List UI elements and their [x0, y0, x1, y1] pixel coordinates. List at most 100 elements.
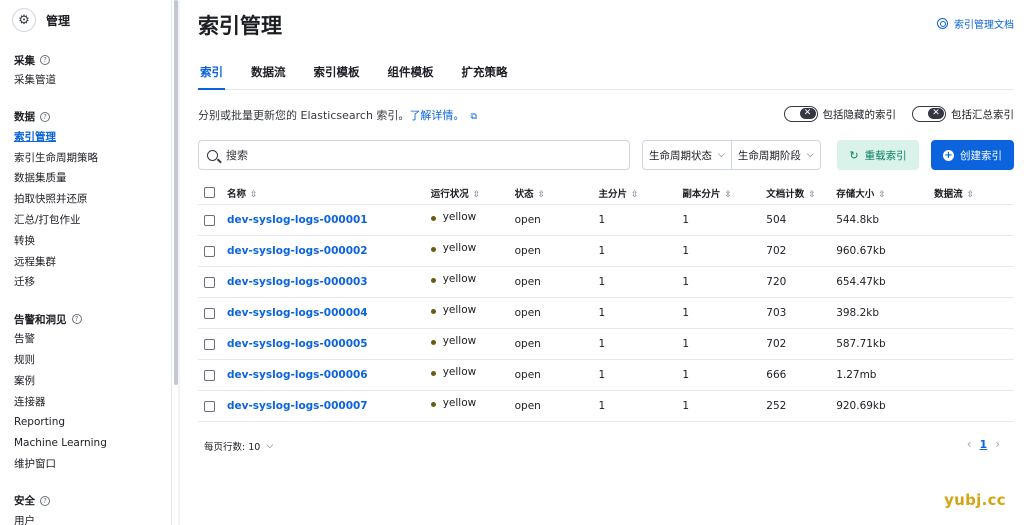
hidden-indices-toggle[interactable]: ✕ 包括隐藏的索引 [783, 106, 897, 122]
health-value: yellow [442, 211, 477, 223]
sidebar-item-alerts[interactable]: 告警 [14, 329, 171, 350]
sidebar-group-title: 告警和洞见 [14, 313, 67, 326]
status-value: open [514, 214, 541, 226]
plus-icon: + [943, 149, 954, 161]
page-number[interactable]: 1 [980, 438, 988, 451]
column-header-storage-size[interactable]: 存储大小 ⇳ [836, 186, 934, 200]
lifecycle-phase-filter[interactable]: 生命周期阶段 ⌵ [730, 141, 820, 169]
sort-icon: ⇳ [808, 189, 816, 200]
table-row: dev-syslog-logs-000005 yellow open 1 1 702 587… [198, 329, 1014, 360]
tab-data-streams[interactable]: 数据流 [249, 62, 288, 90]
column-header-docs-count[interactable]: 文档计数 ⇳ [766, 186, 836, 200]
replicas-value: 1 [682, 214, 690, 226]
status-value: open [514, 338, 541, 350]
index-name-link[interactable]: dev-syslog-logs-000002 [227, 245, 368, 257]
switch[interactable]: ✕ [783, 106, 818, 122]
row-checkbox[interactable] [204, 245, 215, 257]
select-all-checkbox[interactable] [204, 187, 215, 198]
chevron-right-icon[interactable]: › [995, 437, 1000, 451]
sidebar-item-users[interactable]: 用户 [14, 511, 171, 525]
sidebar-scrollbar[interactable] [174, 0, 178, 385]
replicas-value: 1 [682, 400, 690, 412]
lifecycle-status-filter[interactable]: 生命周期状态 ⌵ [643, 141, 731, 169]
rollup-indices-toggle[interactable]: ✕ 包括汇总索引 [912, 106, 1014, 122]
create-index-button[interactable]: + 创建索引 [931, 140, 1014, 170]
close-icon: ✕ [799, 108, 816, 119]
storage-size-value: 654.47kb [836, 276, 886, 288]
sidebar-item-ingest-pipelines[interactable]: 采集管道 [14, 70, 171, 91]
chevron-down-icon: ⌵ [806, 150, 814, 160]
gear-icon[interactable]: ⚙ [12, 8, 36, 32]
column-header-replicas[interactable]: 副本分片 ⇳ [682, 186, 766, 200]
status-value: open [514, 245, 541, 257]
row-checkbox[interactable] [204, 369, 215, 381]
index-name-link[interactable]: dev-syslog-logs-000007 [227, 400, 368, 412]
sidebar-item-remote-clusters[interactable]: 远程集群 [14, 252, 171, 273]
primaries-value: 1 [598, 214, 606, 226]
row-checkbox[interactable] [204, 214, 215, 226]
column-header-data-stream[interactable]: 数据流 ⇳ [934, 186, 1014, 200]
filter-label: 生命周期状态 [649, 149, 712, 162]
index-name-link[interactable]: dev-syslog-logs-000005 [227, 338, 368, 350]
table-row: dev-syslog-logs-000007 yellow open 1 1 252 920… [198, 391, 1014, 422]
sidebar-item-cases[interactable]: 案例 [14, 371, 171, 392]
rows-per-page-selector[interactable]: 每页行数: 10 ⌵ [204, 439, 273, 453]
help-icon[interactable]: ? [40, 55, 50, 65]
sidebar-item-maintenance-windows[interactable]: 维护窗口 [14, 454, 171, 475]
tab-index-templates[interactable]: 索引模板 [312, 62, 362, 90]
sidebar-item-ilm[interactable]: 索引生命周期策略 [14, 148, 171, 169]
column-header-primaries[interactable]: 主分片 ⇳ [599, 186, 683, 200]
help-icon[interactable]: ? [71, 314, 82, 325]
sidebar-item-connectors[interactable]: 连接器 [14, 392, 171, 413]
replicas-value: 1 [682, 276, 690, 288]
tab-enrich-policies[interactable]: 扩充策略 [460, 62, 510, 90]
sidebar-item-reporting[interactable]: Reporting [14, 412, 171, 433]
column-header-name[interactable]: 名称 ⇳ [227, 186, 431, 200]
sidebar-item-dataset-quality[interactable]: 数据集质量 [14, 168, 171, 189]
docs-link[interactable]: 索引管理文档 [937, 16, 1014, 31]
row-checkbox[interactable] [204, 307, 215, 319]
search-box[interactable] [198, 140, 630, 170]
index-name-link[interactable]: dev-syslog-logs-000003 [227, 276, 368, 288]
switch[interactable]: ✕ [912, 106, 946, 122]
row-checkbox[interactable] [204, 338, 215, 350]
replicas-value: 1 [682, 307, 690, 319]
column-header-health[interactable]: 运行状况 ⇳ [431, 186, 515, 200]
sidebar-scroll-track[interactable] [178, 0, 180, 525]
reload-indices-button[interactable]: ↻ 重载索引 [837, 140, 919, 170]
indices-table: 名称 ⇳ 运行状况 ⇳ 状态 ⇳ 主分片 ⇳ 副本分片 ⇳ 文档计数 ⇳ 存储大小 ⇳ 数据流… [198, 181, 1014, 422]
sidebar-item-snapshot-restore[interactable]: 拍取快照并还原 [14, 189, 171, 210]
help-icon[interactable]: ? [40, 495, 50, 506]
tab-component-templates[interactable]: 组件模板 [386, 62, 436, 90]
primaries-value: 1 [598, 369, 606, 381]
sidebar-item-rules[interactable]: 规则 [14, 350, 171, 371]
row-checkbox[interactable] [204, 400, 215, 412]
docs-count-value: 702 [766, 338, 787, 350]
sidebar-group-data: 数据? 索引管理 索引生命周期策略 数据集质量 拍取快照并还原 汇总/打包作业 … [0, 107, 171, 293]
sidebar-item-rollup-jobs[interactable]: 汇总/打包作业 [14, 210, 171, 231]
toggle-label: 包括隐藏的索引 [822, 108, 897, 121]
learn-more-link[interactable]: 了解详情。 [409, 109, 464, 122]
index-name-link[interactable]: dev-syslog-logs-000004 [227, 307, 368, 319]
help-icon[interactable]: ? [40, 111, 50, 122]
docs-count-value: 703 [766, 307, 787, 319]
sidebar-title: 管理 [46, 13, 71, 28]
column-header-status[interactable]: 状态 ⇳ [515, 186, 599, 200]
sidebar-group-alerts: 告警和洞见? 告警 规则 案例 连接器 Reporting Machine Le… [0, 309, 171, 475]
sidebar-item-transforms[interactable]: 转换 [14, 231, 171, 252]
sidebar-item-machine-learning[interactable]: Machine Learning [14, 433, 171, 454]
chevron-left-icon[interactable]: ‹ [967, 437, 972, 451]
health-value: yellow [442, 366, 477, 378]
sidebar-item-migrate[interactable]: 迁移 [14, 272, 171, 293]
row-checkbox[interactable] [204, 276, 215, 288]
page-description: 分别或批量更新您的 Elasticsearch 索引。了解详情。 ⧉ [198, 107, 477, 123]
tab-indices[interactable]: 索引 [198, 62, 225, 90]
index-name-link[interactable]: dev-syslog-logs-000001 [227, 214, 368, 226]
health-dot-icon [430, 401, 436, 407]
search-input[interactable] [226, 148, 616, 162]
replicas-value: 1 [682, 369, 690, 381]
status-value: open [514, 307, 541, 319]
index-name-link[interactable]: dev-syslog-logs-000006 [227, 369, 368, 381]
close-icon: ✕ [928, 108, 944, 119]
sidebar-item-index-management[interactable]: 索引管理 [14, 127, 171, 148]
